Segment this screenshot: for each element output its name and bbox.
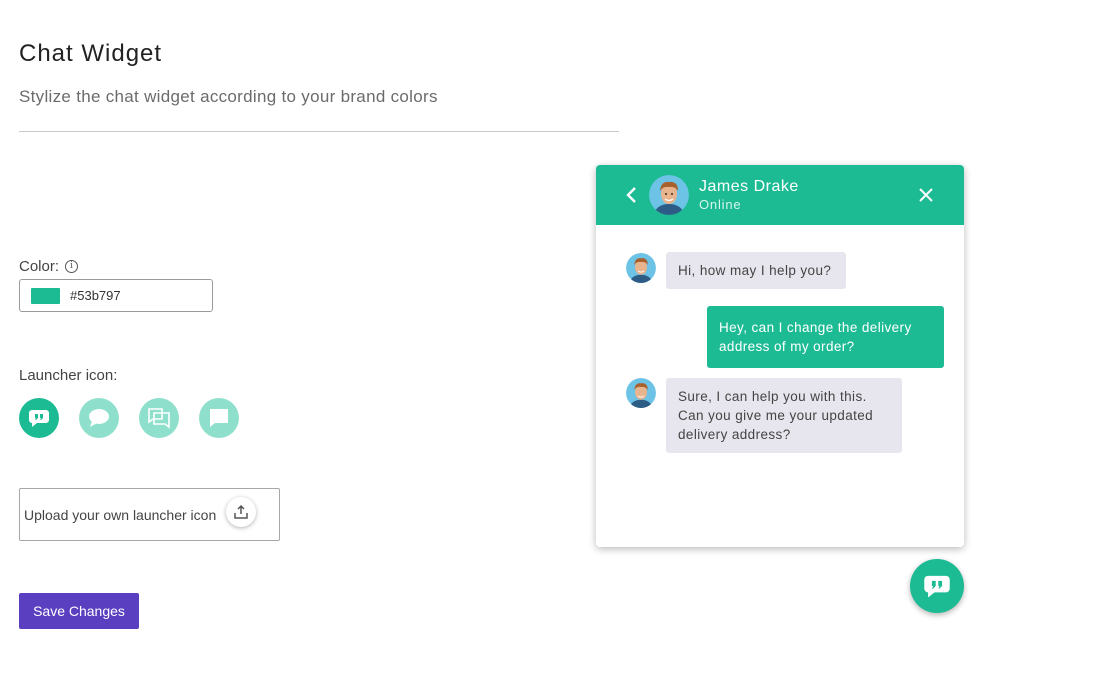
message-user: Hey, can I change the delivery address o… (707, 306, 944, 368)
color-label-row: Color: i (19, 258, 79, 275)
launcher-option-quote-bubble[interactable] (19, 398, 59, 438)
chat-header: James Drake Online (596, 165, 964, 225)
upload-label: Upload your own launcher icon (24, 506, 217, 523)
color-label: Color: (19, 258, 60, 275)
close-button[interactable] (914, 183, 938, 207)
color-swatch[interactable] (31, 287, 60, 304)
quote-bubble-icon (29, 410, 49, 427)
message-avatar (626, 378, 656, 408)
double-square-bubble-icon (148, 408, 170, 429)
agent-info: James Drake Online (699, 178, 799, 212)
page-title: Chat Widget (19, 40, 163, 67)
upload-button[interactable] (226, 496, 257, 527)
launcher-icon-options (19, 398, 239, 438)
color-value[interactable]: #53b797 (70, 288, 121, 303)
speech-bubble-icon (89, 409, 109, 427)
message-avatar (626, 253, 656, 283)
message-agent: Hi, how may I help you? (666, 252, 846, 289)
launcher-option-speech-bubble[interactable] (79, 398, 119, 438)
chat-launcher-button[interactable] (910, 559, 964, 613)
quote-bubble-icon (924, 575, 950, 598)
message-agent: Sure, I can help you with this. Can you … (666, 378, 902, 453)
square-bubble-icon (210, 409, 228, 427)
back-button[interactable] (616, 180, 646, 210)
agent-avatar (649, 175, 689, 215)
upload-launcher-box[interactable]: Upload your own launcher icon (19, 488, 280, 541)
divider (19, 131, 619, 132)
upload-icon (234, 504, 248, 519)
launcher-option-double-square-bubble[interactable] (139, 398, 179, 438)
chat-widget-preview: James Drake Online Hi, how may I help yo… (596, 165, 964, 547)
launcher-label: Launcher icon: (19, 367, 118, 384)
info-icon[interactable]: i (65, 260, 79, 273)
agent-avatar-icon (626, 378, 656, 408)
agent-avatar-icon (626, 253, 656, 283)
agent-name: James Drake (699, 178, 799, 195)
agent-status: Online (699, 197, 742, 212)
color-input[interactable]: #53b797 (19, 279, 213, 312)
agent-avatar-icon (649, 175, 689, 215)
close-icon (919, 188, 933, 202)
chevron-left-icon (626, 187, 636, 203)
launcher-option-square-bubble[interactable] (199, 398, 239, 438)
save-changes-button[interactable]: Save Changes (19, 593, 139, 629)
page-subtitle: Stylize the chat widget according to you… (19, 87, 438, 106)
